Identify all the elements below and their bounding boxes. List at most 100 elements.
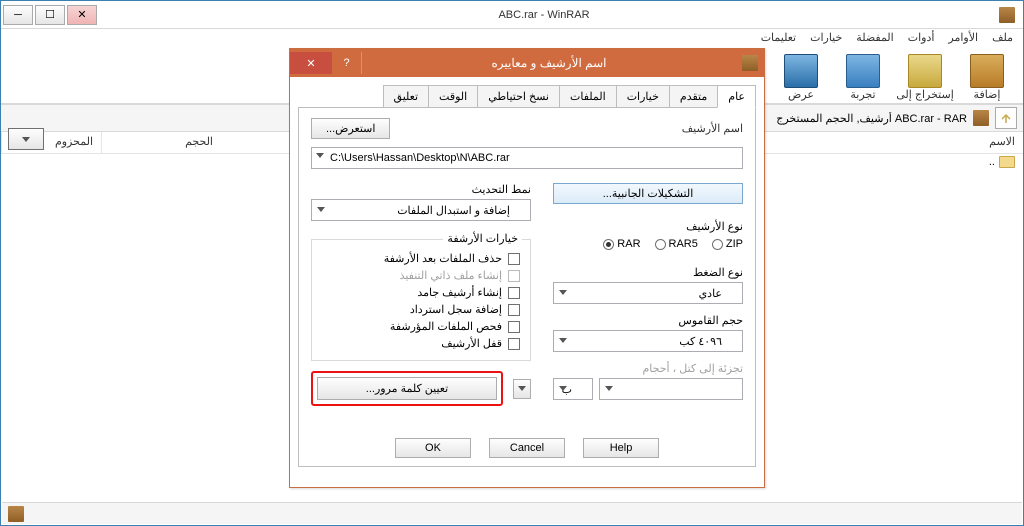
chevron-down-icon [22,137,30,142]
opt-sfx: إنشاء ملف ذاتي التنفيذ [322,269,520,282]
format-label: نوع الأرشيف [553,220,743,233]
tab-files[interactable]: الملفات [559,85,617,107]
dialog-icon [742,55,758,71]
toolbar-extract-to[interactable]: إستخراج إلى [895,51,955,103]
chevron-down-icon [559,338,567,343]
help-button[interactable]: Help [583,438,659,458]
format-radios: RAR RAR5 ZIP [553,236,743,252]
menu-tools[interactable]: أدوات [908,31,935,49]
toolbar-view[interactable]: عرض [771,51,831,103]
checkbox-icon [508,270,520,282]
tab-backup[interactable]: نسخ احتياطي [477,85,560,107]
window-controls: ─ ☐ ✕ [1,5,97,25]
opt-lock[interactable]: قفل الأرشيف [322,337,520,350]
options-group-title: خيارات الأرشفة [443,232,522,245]
opt-solid[interactable]: إنشاء أرشيف جامد [322,286,520,299]
extract-icon [908,54,942,88]
dictionary-label: حجم القاموس [553,314,743,327]
toolbar-add[interactable]: إضافة [957,51,1017,103]
chevron-down-icon [317,207,325,212]
tab-advanced[interactable]: متقدم [669,85,718,107]
tab-options[interactable]: خيارات [616,85,670,107]
dialog-buttons: OK Cancel Help [299,438,755,458]
app-icon [999,7,1015,23]
split-label: تجزئة إلى كتل ، أحجام [553,362,743,375]
compression-combo[interactable]: عادي [553,282,743,304]
split-size-combo[interactable] [599,378,743,400]
chevron-down-icon [605,386,613,391]
toolbar-test-label: تجربة [850,88,875,101]
archive-icon [973,110,989,126]
tab-panel-general: اسم الأرشيف استعرض... C:\Users\Hassan\De… [298,107,756,467]
checkbox-icon [508,287,520,299]
opt-delete-after[interactable]: حذف الملفات بعد الأرشفة [322,252,520,265]
menu-favorites[interactable]: المفضلة [856,31,893,49]
dictionary-combo[interactable]: ٤٠٩٦ كب [553,330,743,352]
dialog-tabs: عام متقدم خيارات الملفات نسخ احتياطي الو… [298,85,756,107]
radio-zip[interactable]: ZIP [712,238,743,250]
toolbar-test[interactable]: تجربة [833,51,893,103]
profiles-button[interactable]: التشكيلات الجانبية... [553,183,743,204]
checkbox-icon [508,321,520,333]
update-mode-value: إضافة و استبدال الملفات [397,204,510,217]
tab-general[interactable]: عام [717,85,756,108]
toolbar-extract-label: إستخراج إلى [896,88,954,101]
column-size[interactable]: الحجم [101,132,221,153]
menu-file[interactable]: ملف [992,31,1013,49]
dialog-help-button[interactable]: ? [332,52,362,74]
list-item-label: .. [989,156,995,168]
menu-commands[interactable]: الأوامر [948,31,978,49]
dialog-title: اسم الأرشيف و معاييره [362,56,736,70]
chevron-down-icon [559,386,567,391]
status-app-icon [8,506,24,522]
browse-button[interactable]: استعرض... [311,118,390,139]
archive-name-input[interactable]: C:\Users\Hassan\Desktop\N\ABC.rar [311,147,743,169]
update-mode-label: نمط التحديث [311,183,531,196]
tab-comment[interactable]: تعليق [383,85,430,107]
up-arrow-icon [999,112,1013,124]
opt-test[interactable]: فحص الملفات المؤرشفة [322,320,520,333]
checkbox-icon [508,304,520,316]
split-unit-combo[interactable]: ب [553,378,593,400]
dialog-titlebar: ✕ ? اسم الأرشيف و معاييره [290,49,764,77]
dialog-close-button[interactable]: ✕ [290,52,332,74]
chevron-down-icon [559,290,567,295]
maximize-button[interactable]: ☐ [35,5,65,25]
dialog-left-column: نمط التحديث إضافة و استبدال الملفات خيار… [311,177,531,408]
toolbar-add-label: إضافة [974,88,1001,101]
update-mode-combo[interactable]: إضافة و استبدال الملفات [311,199,531,221]
menu-options[interactable]: خيارات [810,31,842,49]
test-icon [846,54,880,88]
menu-help[interactable]: تعليمات [761,31,796,49]
radio-rar5[interactable]: RAR5 [655,238,698,250]
window-title: ABC.rar - WinRAR [97,9,991,21]
split-chevron-button[interactable] [513,379,531,399]
cancel-button[interactable]: Cancel [489,438,565,458]
set-password-button[interactable]: تعيين كلمة مرور... [317,377,497,400]
close-button[interactable]: ✕ [67,5,97,25]
checkbox-icon [508,253,520,265]
minimize-button[interactable]: ─ [3,5,33,25]
statusbar [2,502,1022,524]
compression-label: نوع الضغط [553,266,743,279]
chevron-down-icon [518,386,526,391]
address-dropdown[interactable] [8,128,44,150]
up-button[interactable] [995,107,1017,129]
titlebar: ─ ☐ ✕ ABC.rar - WinRAR [1,1,1023,29]
compression-value: عادي [699,287,722,300]
chevron-down-icon [316,153,324,158]
folder-icon [999,156,1015,168]
password-highlight: تعيين كلمة مرور... [311,371,503,406]
view-icon [784,54,818,88]
ok-button[interactable]: OK [395,438,471,458]
radio-dot-icon [655,239,666,250]
radio-dot-icon [603,239,614,250]
archive-dialog: ✕ ? اسم الأرشيف و معاييره عام متقدم خيار… [289,48,765,488]
radio-rar[interactable]: RAR [603,238,640,250]
menubar: ملف الأوامر أدوات المفضلة خيارات تعليمات [1,29,1023,49]
tab-time[interactable]: الوقت [428,85,478,107]
opt-recovery[interactable]: إضافة سجل استرداد [322,303,520,316]
dialog-right-column: التشكيلات الجانبية... نوع الأرشيف RAR RA… [553,177,743,408]
checkbox-icon [508,338,520,350]
radio-dot-icon [712,239,723,250]
